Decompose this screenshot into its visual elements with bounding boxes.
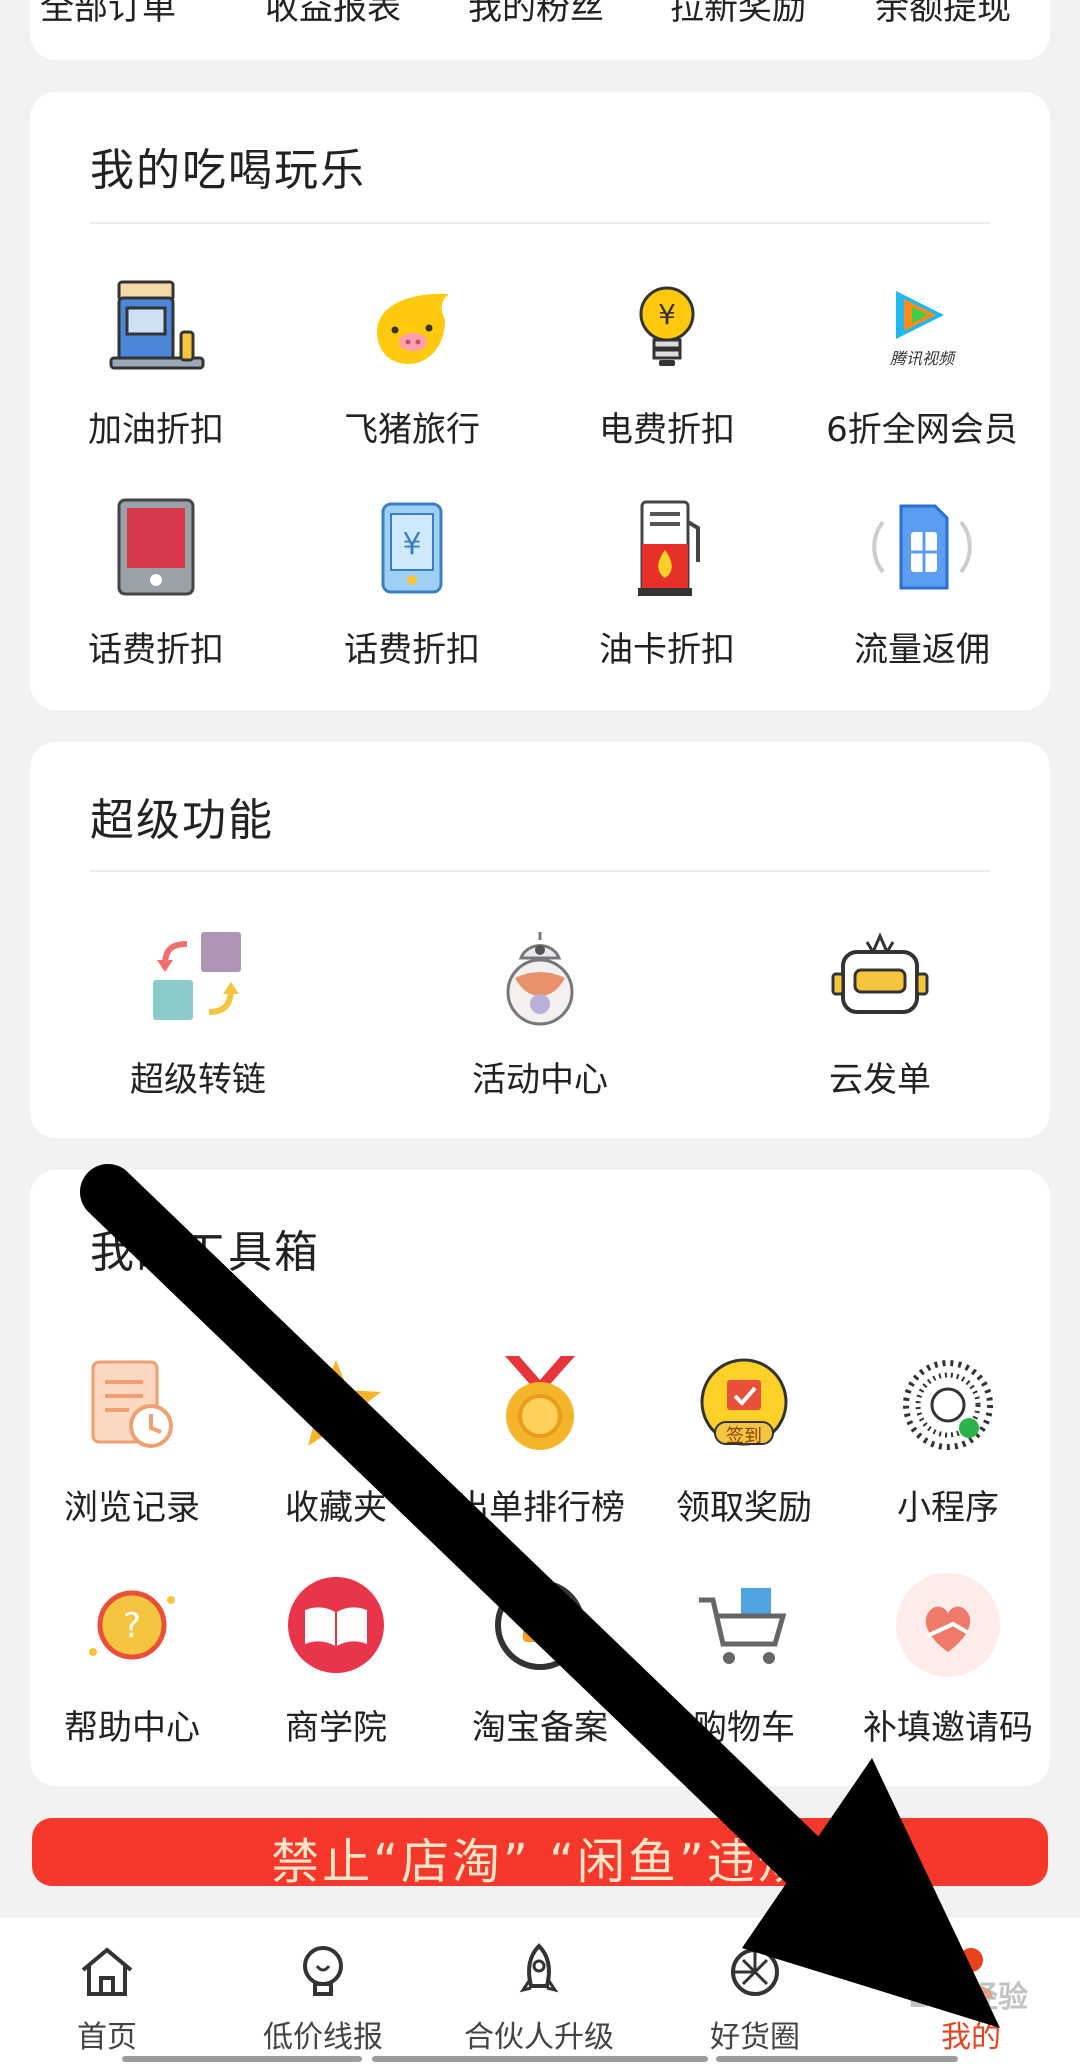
- home-icon: [81, 1947, 133, 1996]
- item-label: 出单排行榜: [455, 1488, 625, 1528]
- mini-program-icon: [893, 1350, 1003, 1460]
- watermark: Bai经验: [907, 1976, 1028, 2016]
- fuel-card-icon: [612, 492, 722, 602]
- tab-good-goods[interactable]: 好货圈: [650, 1918, 860, 2068]
- banner-text: 禁止“店淘” “闲鱼”违规: [271, 1834, 809, 1886]
- tablet-icon: [101, 492, 211, 602]
- super-features-card: 超级功能 超级转链 活动中心 云发单: [30, 742, 1050, 1138]
- heart-hand-icon: [893, 1570, 1003, 1680]
- taobao-record-icon: [485, 1570, 595, 1680]
- item-phone-bill-2[interactable]: ¥ 话费折扣: [292, 492, 532, 671]
- section-title: 我的工具箱: [90, 1227, 320, 1278]
- item-label: 电费折扣: [599, 410, 735, 450]
- checkin-icon: 签到: [689, 1350, 799, 1460]
- help-icon: ?: [77, 1570, 187, 1680]
- item-fuel-card[interactable]: 油卡折扣: [547, 492, 787, 671]
- shortcut-referral-reward[interactable]: 拉新奖励: [670, 0, 806, 29]
- rocket-icon: [519, 1943, 559, 1993]
- medal-icon: [485, 1350, 595, 1460]
- robot-head-icon: [825, 922, 935, 1032]
- item-activity-center[interactable]: 活动中心: [420, 922, 660, 1101]
- phone-yuan-icon: ¥: [357, 492, 467, 602]
- item-invite-code[interactable]: 补填邀请码: [828, 1570, 1068, 1749]
- convert-link-icon: [143, 922, 253, 1032]
- item-label: 流量返佣: [854, 630, 990, 670]
- item-label: 补填邀请码: [863, 1708, 1033, 1748]
- item-mini-program[interactable]: 小程序: [828, 1350, 1068, 1529]
- tab-label: 首页: [77, 2020, 137, 2055]
- tab-label: 低价线报: [263, 2020, 383, 2055]
- robot-ball-icon: [485, 922, 595, 1032]
- item-label: 6折全网会员: [826, 410, 1018, 450]
- nav-indicator: [122, 2056, 362, 2062]
- bulb-icon: [303, 1946, 343, 1996]
- svg-text:?: ?: [123, 1606, 141, 1646]
- tab-label: 好货圈: [710, 2020, 800, 2055]
- item-cloud-dispatch[interactable]: 云发单: [760, 922, 1000, 1101]
- item-label: 话费折扣: [88, 630, 224, 670]
- lightbulb-yuan-icon: ¥: [612, 272, 722, 382]
- svg-text:¥: ¥: [402, 527, 421, 562]
- item-fliggy[interactable]: 飞猪旅行: [292, 272, 532, 451]
- item-label: 活动中心: [472, 1060, 608, 1100]
- shortcut-income-report[interactable]: 收益报表: [265, 0, 401, 29]
- fliggy-pig-icon: [357, 272, 467, 382]
- section-divider: [90, 870, 990, 872]
- tab-label: 我的: [941, 2020, 1001, 2055]
- tencent-video-icon: 腾讯视频: [867, 272, 977, 382]
- item-label: 浏览记录: [64, 1488, 200, 1528]
- item-electricity[interactable]: ¥ 电费折扣: [547, 272, 787, 451]
- item-label: 飞猪旅行: [344, 410, 480, 450]
- item-label: 油卡折扣: [599, 630, 735, 670]
- nav-indicator: [372, 2056, 708, 2062]
- section-title: 超级功能: [90, 795, 274, 846]
- toolbox-card: 我的工具箱 浏览记录 收藏夹 出单排行榜 签到 领取奖励 小程序 ? 帮助中心 …: [30, 1170, 1050, 1786]
- shortcut-my-fans[interactable]: 我的粉丝: [468, 0, 604, 29]
- tab-partner-upgrade[interactable]: 合伙人升级: [434, 1918, 644, 2068]
- eat-drink-play-card: 我的吃喝玩乐 加油折扣 飞猪旅行 ¥ 电费折扣 腾讯视频 6折全网会员 话费折扣: [30, 92, 1050, 710]
- gas-pump-icon: [101, 272, 211, 382]
- item-phone-bill-1[interactable]: 话费折扣: [36, 492, 276, 671]
- star-icon: [281, 1350, 391, 1460]
- section-divider: [90, 222, 990, 224]
- item-label: 领取奖励: [676, 1488, 812, 1528]
- tab-deals[interactable]: 低价线报: [218, 1918, 428, 2068]
- tab-label: 合伙人升级: [464, 2020, 614, 2055]
- item-label: 淘宝备案: [472, 1708, 608, 1748]
- item-label: 加油折扣: [88, 410, 224, 450]
- warning-banner[interactable]: 禁止“店淘” “闲鱼”违规: [32, 1818, 1048, 1886]
- item-label: 收藏夹: [285, 1488, 387, 1528]
- book-icon: [281, 1570, 391, 1680]
- section-title: 我的吃喝玩乐: [90, 145, 366, 196]
- nav-indicator: [716, 2056, 958, 2062]
- svg-text:¥: ¥: [658, 298, 676, 331]
- history-icon: [77, 1350, 187, 1460]
- shortcut-all-orders[interactable]: 全部订单: [40, 0, 176, 29]
- item-label: 超级转链: [130, 1060, 266, 1100]
- item-label: 云发单: [829, 1060, 931, 1100]
- item-vip-membership[interactable]: 腾讯视频 6折全网会员: [802, 272, 1042, 451]
- aperture-icon: [731, 1948, 779, 1996]
- item-label: 小程序: [897, 1488, 999, 1528]
- item-label: 帮助中心: [64, 1708, 200, 1748]
- item-super-link[interactable]: 超级转链: [78, 922, 318, 1101]
- item-label: 购物车: [693, 1708, 795, 1748]
- tab-home[interactable]: 首页: [2, 1918, 212, 2068]
- sim-card-icon: [867, 492, 977, 602]
- item-label: 商学院: [285, 1708, 387, 1748]
- item-data-rebate[interactable]: 流量返佣: [802, 492, 1042, 671]
- item-gas-discount[interactable]: 加油折扣: [36, 272, 276, 451]
- order-shortcuts-card: 全部订单 收益报表 我的粉丝 拉新奖励 余额提现: [30, 0, 1050, 60]
- cart-icon: [689, 1570, 799, 1680]
- item-label: 话费折扣: [344, 630, 480, 670]
- shortcut-withdraw[interactable]: 余额提现: [875, 0, 1011, 29]
